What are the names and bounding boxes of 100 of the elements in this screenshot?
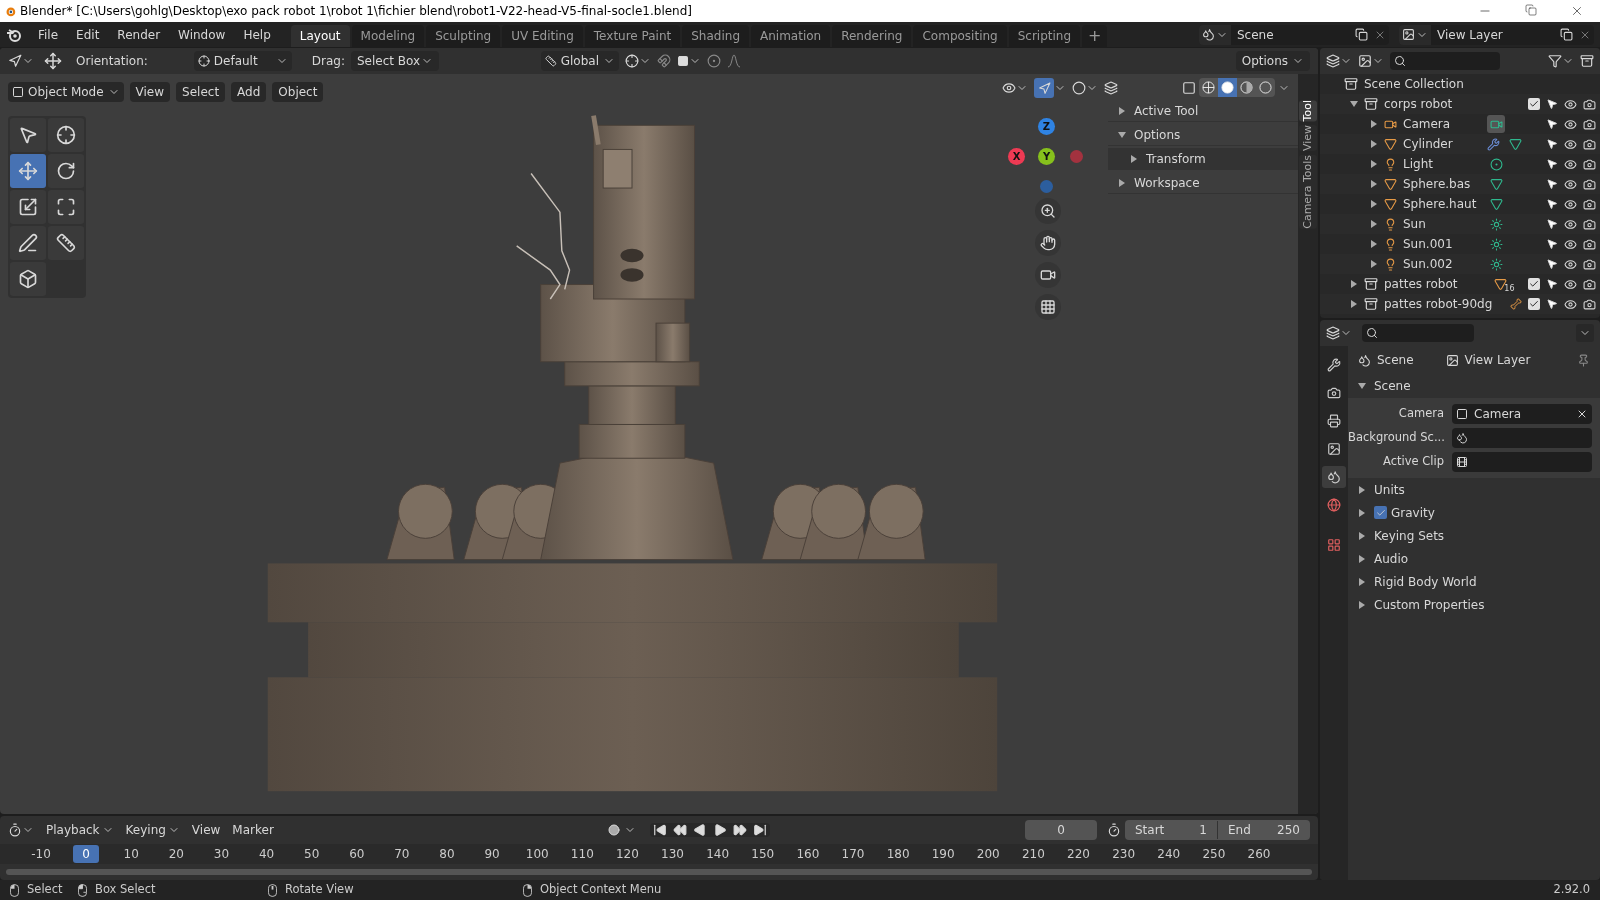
eye-icon[interactable] xyxy=(1564,137,1577,151)
expand-arrow-icon[interactable] xyxy=(1358,600,1366,609)
transform-icon[interactable] xyxy=(44,52,62,70)
search-field[interactable] xyxy=(1362,324,1474,342)
frame-number[interactable]: 20 xyxy=(163,845,190,863)
visibility-icon[interactable] xyxy=(1002,81,1016,95)
axis-handle[interactable]: Y xyxy=(1038,148,1055,165)
expand-arrow-icon[interactable] xyxy=(1118,178,1126,187)
select-icon[interactable] xyxy=(1546,218,1558,230)
frame-number[interactable]: 80 xyxy=(434,845,460,863)
select-icon[interactable] xyxy=(1546,158,1558,170)
frame-number[interactable]: 250 xyxy=(1200,845,1227,863)
object-data-button[interactable] xyxy=(1487,115,1505,133)
eye-icon[interactable] xyxy=(1564,297,1577,311)
checkbox[interactable] xyxy=(1374,506,1387,519)
timeline-menu[interactable]: Marker xyxy=(228,821,278,839)
eye-icon[interactable] xyxy=(1564,277,1577,291)
expand-arrow-icon[interactable] xyxy=(1370,240,1378,248)
datablock-field[interactable]: Camera xyxy=(1452,404,1592,424)
expand-arrow-icon[interactable] xyxy=(1130,155,1138,163)
frame-number[interactable]: 100 xyxy=(524,845,551,863)
keyframe-icon[interactable] xyxy=(607,824,620,836)
frame-number[interactable]: 0 xyxy=(73,845,100,863)
grid-button[interactable] xyxy=(1035,294,1061,320)
outliner-row[interactable]: Sphere.haut xyxy=(1320,194,1600,214)
frame-number[interactable]: 150 xyxy=(749,845,776,863)
tool-button[interactable] xyxy=(48,226,84,260)
select-icon[interactable] xyxy=(1546,278,1558,290)
expand-arrow-icon[interactable] xyxy=(1358,485,1366,494)
frame-number[interactable]: 60 xyxy=(343,845,370,863)
camera-icon[interactable] xyxy=(1583,297,1596,311)
datablock-field[interactable] xyxy=(1452,428,1592,448)
eye-icon[interactable] xyxy=(1564,237,1577,251)
frame-number[interactable]: 170 xyxy=(839,845,866,863)
workspace-tab[interactable]: Compositing xyxy=(913,25,1007,47)
panel-header[interactable]: Scene xyxy=(1348,374,1600,398)
frame-number[interactable]: -10 xyxy=(28,845,54,863)
tool-button[interactable] xyxy=(48,190,84,224)
zoom-button[interactable] xyxy=(1035,198,1061,224)
viewport-menu-item[interactable]: View xyxy=(129,82,171,102)
current-frame-field[interactable]: 0 xyxy=(1025,820,1097,840)
video-camera-button[interactable] xyxy=(1035,262,1061,288)
camera-icon[interactable] xyxy=(1583,237,1596,251)
object-data-button[interactable] xyxy=(1487,255,1505,273)
viewport-menu-item[interactable]: Object xyxy=(272,82,324,102)
camera-icon[interactable] xyxy=(1583,137,1596,151)
duplicate-icon[interactable] xyxy=(1355,28,1368,41)
panel-header[interactable]: Keying Sets xyxy=(1348,524,1600,547)
camera-icon[interactable] xyxy=(1583,197,1596,211)
shading-mode-button[interactable] xyxy=(1256,78,1275,97)
scene-selector[interactable]: Scene xyxy=(1199,24,1389,45)
search-field[interactable] xyxy=(1390,52,1500,70)
menu-item[interactable]: Help xyxy=(235,25,279,44)
frame-number[interactable]: 110 xyxy=(569,845,596,863)
frame-number[interactable]: 180 xyxy=(885,845,912,863)
axis-handle[interactable]: X xyxy=(1008,148,1025,165)
camera-icon[interactable] xyxy=(1583,177,1596,191)
eye-icon[interactable] xyxy=(1564,197,1577,211)
transform-orientation-dropdown[interactable]: Global xyxy=(541,51,619,71)
camera-icon[interactable] xyxy=(1583,117,1596,131)
exclude-checkbox[interactable] xyxy=(1528,278,1540,290)
camera-icon[interactable] xyxy=(1583,217,1596,231)
frame-number[interactable]: 10 xyxy=(118,845,145,863)
options-button[interactable] xyxy=(1576,324,1594,342)
properties-tab[interactable] xyxy=(1322,466,1346,488)
eye-icon[interactable] xyxy=(1564,117,1577,131)
sidebar-tab[interactable]: Tool xyxy=(1299,100,1317,122)
frame-number[interactable]: 190 xyxy=(930,845,957,863)
panel-header[interactable]: Audio xyxy=(1348,547,1600,570)
tool-button[interactable] xyxy=(48,118,84,152)
frame-number[interactable]: 230 xyxy=(1110,845,1137,863)
pivot-icon[interactable] xyxy=(625,54,639,68)
timeline-menu[interactable]: Playback xyxy=(42,821,118,839)
workspace-tab[interactable]: Scripting xyxy=(1008,25,1081,47)
frame-number[interactable]: 50 xyxy=(298,845,325,863)
frame-range-field[interactable]: Start 1 End 250 xyxy=(1125,820,1310,840)
view-layer-selector[interactable]: View Layer xyxy=(1399,24,1594,45)
tool-button[interactable] xyxy=(10,118,46,152)
collapse-arrow-icon[interactable] xyxy=(1358,382,1366,390)
exclude-checkbox[interactable] xyxy=(1528,98,1540,110)
object-data-button[interactable] xyxy=(1487,155,1505,173)
orientation-dropdown[interactable]: Default xyxy=(193,51,292,71)
stopwatch-icon[interactable] xyxy=(1107,823,1121,837)
panel-header[interactable]: Gravity xyxy=(1348,501,1600,524)
sidebar-subpanel-header[interactable]: Transform xyxy=(1108,148,1298,170)
workspace-tab[interactable]: Modeling xyxy=(351,25,425,47)
breadcrumb-item[interactable]: View Layer xyxy=(1464,351,1531,369)
frame-number[interactable]: 140 xyxy=(704,845,731,863)
mode-dropdown[interactable]: Object Mode xyxy=(8,82,124,102)
expand-arrow-icon[interactable] xyxy=(1358,554,1366,563)
frame-number[interactable]: 90 xyxy=(479,845,506,863)
workspace-tab[interactable]: Shading xyxy=(682,25,749,47)
duplicate-icon[interactable] xyxy=(1560,28,1573,41)
pin-icon[interactable] xyxy=(1577,353,1590,367)
image-icon[interactable] xyxy=(1358,54,1372,68)
start-frame-field[interactable]: Start 1 xyxy=(1125,821,1218,839)
outliner-row[interactable]: Scene Collection xyxy=(1320,74,1600,94)
outliner-row[interactable]: Camera xyxy=(1320,114,1600,134)
frame-number[interactable]: 120 xyxy=(614,845,641,863)
breadcrumb-item[interactable]: Scene xyxy=(1377,351,1414,369)
